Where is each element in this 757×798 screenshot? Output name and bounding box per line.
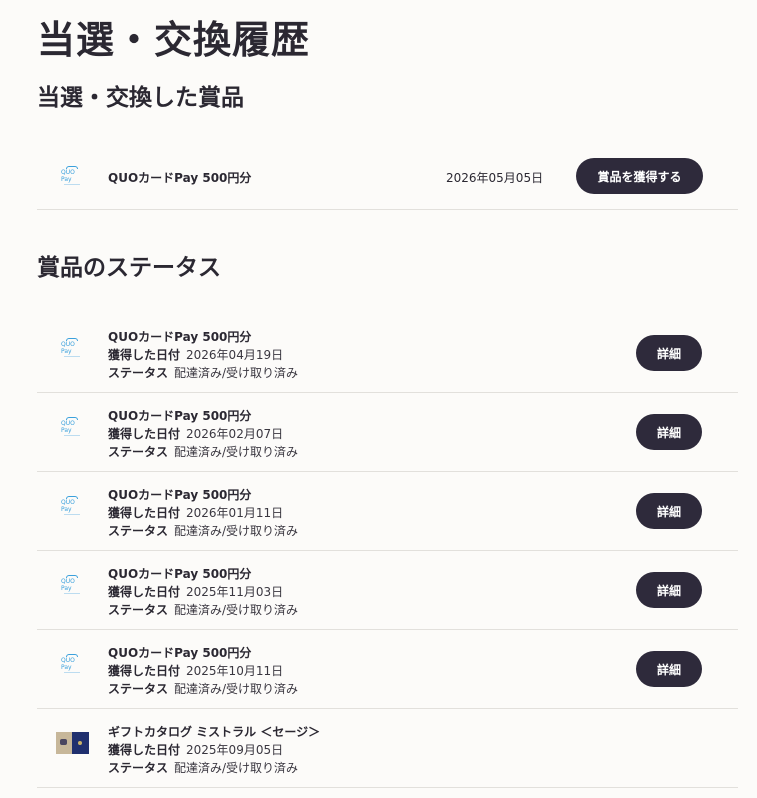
- won-item-date: 2026年05月05日: [446, 171, 544, 185]
- status-item-name: QUOカードPay 500円分: [108, 646, 252, 660]
- acquired-date: 獲得した日付 2025年10月11日: [108, 664, 284, 678]
- status-item-name: QUOカードPay 500円分: [108, 567, 252, 581]
- status-item-row: QUO Pay QUOカードPay 500円分 獲得した日付 2025年11月03…: [37, 551, 738, 630]
- status-item-row: QUO Pay QUOカードPay 500円分 獲得した日付 2026年04月19…: [37, 314, 738, 393]
- status-item-row: QUO Pay QUOカードPay 500円分 獲得した日付 2026年01月11…: [37, 472, 738, 551]
- detail-button[interactable]: 詳細: [636, 572, 702, 608]
- status-list: QUO Pay QUOカードPay 500円分 獲得した日付 2026年04月19…: [37, 314, 738, 788]
- delivery-status: ステータス 配達済み/受け取り済み: [108, 524, 299, 538]
- detail-button[interactable]: 詳細: [636, 335, 702, 371]
- status-item-name: QUOカードPay 500円分: [108, 409, 252, 423]
- quo-pay-icon: QUO Pay: [61, 166, 83, 184]
- delivery-status: ステータス 配達済み/受け取り済み: [108, 761, 299, 775]
- gift-catalog-image: [56, 732, 89, 754]
- won-section-title: 当選・交換した賞品: [37, 85, 244, 111]
- page-title: 当選・交換履歴: [37, 18, 311, 62]
- delivery-status: ステータス 配達済み/受け取り済み: [108, 445, 299, 459]
- acquired-date: 獲得した日付 2026年01月11日: [108, 506, 284, 520]
- detail-button[interactable]: 詳細: [636, 414, 702, 450]
- quo-pay-icon: QUO Pay: [61, 417, 83, 435]
- detail-button[interactable]: 詳細: [636, 651, 702, 687]
- status-item-row: QUO Pay QUOカードPay 500円分 獲得した日付 2025年10月11…: [37, 630, 738, 709]
- quo-pay-icon: QUO Pay: [61, 338, 83, 356]
- detail-button[interactable]: 詳細: [636, 493, 702, 529]
- acquired-date: 獲得した日付 2026年04月19日: [108, 348, 284, 362]
- status-item-row: ギフトカタログ ミストラル ＜セージ＞ 獲得した日付 2025年09月05日 ステ…: [37, 709, 738, 788]
- quo-pay-icon: QUO Pay: [61, 496, 83, 514]
- won-item-row: QUO Pay QUOカードPay 500円分 2026年05月05日 賞品を獲…: [37, 142, 738, 210]
- status-section-title: 賞品のステータス: [37, 255, 221, 281]
- quo-pay-icon: QUO Pay: [61, 575, 83, 593]
- status-item-name: ギフトカタログ ミストラル ＜セージ＞: [108, 725, 321, 739]
- status-item-name: QUOカードPay 500円分: [108, 488, 252, 502]
- won-item-name: QUOカードPay 500円分: [108, 171, 252, 185]
- acquired-date: 獲得した日付 2025年11月03日: [108, 585, 284, 599]
- acquired-date: 獲得した日付 2026年02月07日: [108, 427, 284, 441]
- delivery-status: ステータス 配達済み/受け取り済み: [108, 366, 299, 380]
- quo-pay-icon: QUO Pay: [61, 654, 83, 672]
- exchange-history-page: 当選・交換履歴 当選・交換した賞品 QUO Pay QUOカードPay 500円…: [0, 0, 757, 798]
- status-item-row: QUO Pay QUOカードPay 500円分 獲得した日付 2026年02月07…: [37, 393, 738, 472]
- claim-prize-button[interactable]: 賞品を獲得する: [576, 158, 703, 194]
- status-item-name: QUOカードPay 500円分: [108, 330, 252, 344]
- delivery-status: ステータス 配達済み/受け取り済み: [108, 682, 299, 696]
- delivery-status: ステータス 配達済み/受け取り済み: [108, 603, 299, 617]
- acquired-date: 獲得した日付 2025年09月05日: [108, 743, 284, 757]
